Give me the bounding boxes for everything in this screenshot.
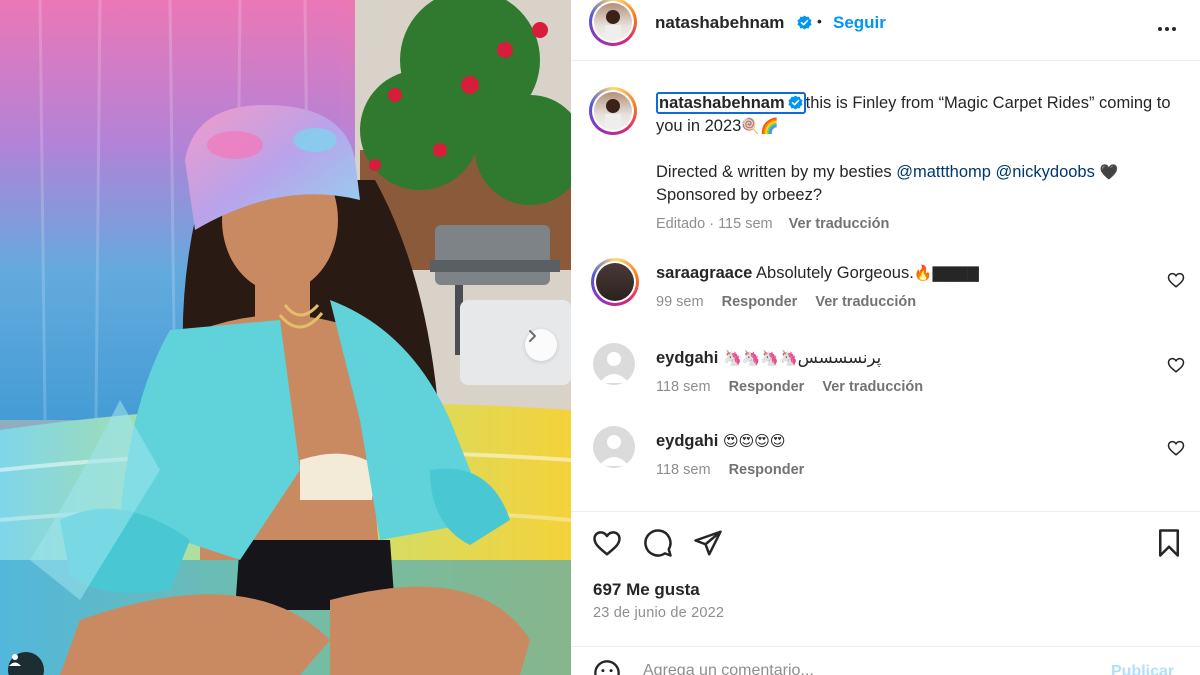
comment-icon[interactable] <box>643 528 673 558</box>
comment-time: 118 sem <box>656 462 711 478</box>
comment-emoji: 🔥▇▇▇▇ <box>913 264 979 282</box>
translate-link[interactable]: Ver traducción <box>815 294 916 310</box>
caption-avatar-image <box>605 99 621 130</box>
chevron-right-icon <box>529 330 536 342</box>
caption-translate-link[interactable]: Ver traducción <box>789 216 890 232</box>
post-panel: natashabehnam • Seguir natashabehnam thi… <box>571 0 1200 675</box>
comment-username[interactable]: saraagraace <box>656 264 752 282</box>
comment-username[interactable]: eydgahi <box>656 349 718 367</box>
caption-username[interactable]: natashabehnam <box>659 94 785 112</box>
default-avatar-icon <box>599 352 629 383</box>
carousel-next-button[interactable] <box>525 329 557 361</box>
reply-button[interactable]: Responder <box>729 379 805 395</box>
post-date: 23 de junio de 2022 <box>593 605 725 621</box>
comment-item: eydgahi 🦄🦄🦄🦄پرنسسسس 118 sem Responder Ve… <box>571 343 1200 423</box>
comment-item: eydgahi 😍😍😍😍 118 sem Responder <box>571 426 1200 506</box>
post-header: natashabehnam • Seguir <box>571 0 1200 61</box>
author-avatar[interactable] <box>589 0 637 46</box>
comment-emoji: 😍😍😍😍 <box>722 432 786 450</box>
verified-icon <box>788 95 803 110</box>
caption-username-box[interactable]: natashabehnam <box>656 92 806 114</box>
comment-body: Absolutely Gorgeous. <box>756 264 914 282</box>
reply-button[interactable]: Responder <box>722 294 798 310</box>
share-icon[interactable] <box>693 528 723 558</box>
follow-button[interactable]: Seguir <box>833 13 886 33</box>
black-heart-emoji: 🖤 <box>1099 163 1119 181</box>
publish-button[interactable]: Publicar <box>1111 663 1174 675</box>
likes-count[interactable]: 697 Me gusta <box>593 580 700 600</box>
comment-body: پرنسسسس <box>797 349 882 367</box>
commenter-avatar[interactable] <box>593 343 635 385</box>
commenter-avatar[interactable] <box>593 426 635 468</box>
comment-time: 99 sem <box>656 294 704 310</box>
post-photo-illustration <box>0 0 571 675</box>
comment-like-icon[interactable] <box>1167 439 1185 457</box>
caption-line-2: Directed & written by my besties @mattth… <box>656 161 1176 184</box>
translate-link[interactable]: Ver traducción <box>822 379 923 395</box>
caption-meta: Editado · 115 sem Ver traducción <box>656 213 1176 236</box>
comment-like-icon[interactable] <box>1167 356 1185 374</box>
like-icon[interactable] <box>592 528 622 558</box>
more-icon[interactable] <box>1155 17 1179 41</box>
caption-line-1: natashabehnam this is Finley from “Magic… <box>656 92 1176 138</box>
comment-text: saraagraace Absolutely Gorgeous.🔥▇▇▇▇ <box>656 262 1136 284</box>
comment-item: saraagraace Absolutely Gorgeous.🔥▇▇▇▇ 99… <box>571 258 1200 338</box>
caption-credits: Directed & written by my besties <box>656 163 897 181</box>
comment-like-icon[interactable] <box>1167 271 1185 289</box>
mention-nickydoobs[interactable]: @nickydoobs <box>996 163 1095 181</box>
comment-text: eydgahi 🦄🦄🦄🦄پرنسسسس <box>656 347 1136 369</box>
mention-mattthomp[interactable]: @mattthomp <box>896 163 991 181</box>
post-caption: natashabehnam this is Finley from “Magic… <box>656 92 1176 236</box>
caption-author-avatar[interactable] <box>589 87 637 135</box>
post-actions: 697 Me gusta 23 de junio de 2022 <box>571 511 1200 621</box>
emoji-icon[interactable] <box>593 659 621 675</box>
verified-icon <box>797 15 812 30</box>
commenter-avatar[interactable] <box>591 258 639 306</box>
comment-meta: 118 sem Responder <box>656 462 818 478</box>
reply-button[interactable]: Responder <box>729 462 805 478</box>
author-avatar-image <box>605 10 621 41</box>
caption-line-3: Sponsored by orbeez? <box>656 186 823 204</box>
comment-input[interactable] <box>643 657 1083 675</box>
post-image[interactable] <box>0 0 571 675</box>
comment-username[interactable]: eydgahi <box>656 432 718 450</box>
comment-composer: Publicar <box>571 646 1200 675</box>
author-username[interactable]: natashabehnam <box>655 13 784 33</box>
comment-text: eydgahi 😍😍😍😍 <box>656 430 1136 452</box>
comment-meta: 99 sem Responder Ver traducción <box>656 294 930 310</box>
default-avatar-icon <box>599 435 629 466</box>
comment-meta: 118 sem Responder Ver traducción <box>656 379 937 395</box>
caption-emoji: 🍭🌈 <box>741 117 779 135</box>
user-tag-icon <box>9 654 21 666</box>
save-icon[interactable] <box>1154 528 1184 558</box>
comment-emoji: 🦄🦄🦄🦄 <box>722 349 798 367</box>
comment-time: 118 sem <box>656 379 711 395</box>
caption-edited-time: Editado · 115 sem <box>656 216 773 232</box>
header-separator: • <box>817 13 822 29</box>
